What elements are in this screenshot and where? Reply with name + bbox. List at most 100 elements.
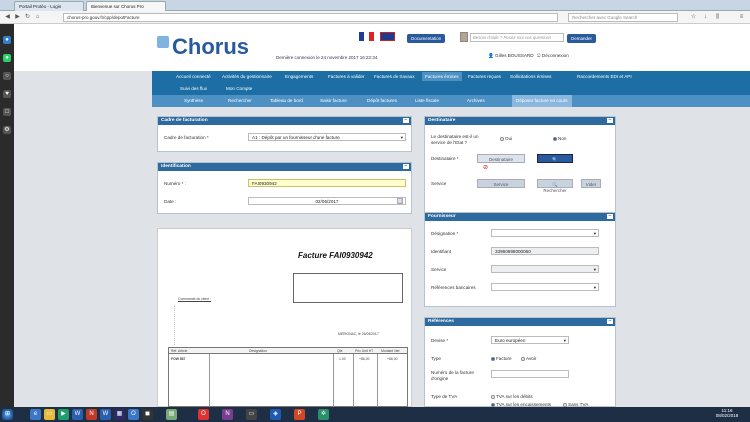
menu-engagements[interactable]: Engagements <box>285 74 313 79</box>
collapse-icon[interactable]: − <box>607 214 613 219</box>
explorer-icon[interactable]: ▭ <box>44 409 55 420</box>
menu-mon-compte[interactable]: Mon Compte <box>226 86 252 91</box>
menu-factures-travaux[interactable]: Factures de travaux <box>374 74 415 79</box>
clock[interactable]: 11:16 08/02/2018 <box>712 408 742 418</box>
menu-activites[interactable]: Activités du gestionnaire <box>222 74 272 79</box>
word-icon[interactable]: W <box>72 409 83 420</box>
collapse-icon[interactable]: − <box>607 319 613 324</box>
submenu-archives[interactable]: Archives <box>467 98 485 103</box>
designation-select[interactable]: ▾ <box>491 229 599 237</box>
collapse-icon[interactable]: − <box>403 164 409 169</box>
collapse-icon[interactable]: − <box>403 118 409 123</box>
tab-label: Bienvenue sur Chorus Pro <box>91 4 144 9</box>
service-input[interactable]: Service <box>477 179 525 188</box>
radio-non[interactable]: Non <box>553 136 566 141</box>
star-icon[interactable]: ☆ <box>690 14 697 21</box>
ask-button[interactable]: Demander <box>567 34 597 43</box>
help-input[interactable]: Besoin d'aide ? Posez-moi vos questions <box>470 33 564 42</box>
forward-icon[interactable]: ▶ <box>14 14 21 21</box>
app-icon[interactable]: N <box>86 409 97 420</box>
app-icon[interactable]: ◈ <box>270 409 281 420</box>
numero-input[interactable]: FAI0930942 <box>248 179 406 187</box>
logout-button[interactable]: ⎋ Déconnexion <box>537 53 569 58</box>
rechercher-button[interactable]: 🔍Rechercher <box>537 154 573 168</box>
media-icon[interactable]: ▶ <box>58 409 69 420</box>
devise-select[interactable]: Euro européen ▾ <box>491 336 569 344</box>
submenu-deposer-facture[interactable]: Déposer facture en cours <box>512 95 572 107</box>
identification-panel: Identification − Numéro * : FAI0930942 Da… <box>157 162 412 214</box>
panel-title: Destinataire <box>428 118 456 123</box>
menu-suivi-flux[interactable]: Suivi des flux <box>180 86 207 91</box>
col-pu: Prix Unit HT <box>355 349 374 353</box>
radio-oui[interactable]: Oui <box>500 136 512 141</box>
sender-block <box>174 305 234 345</box>
outlook-icon[interactable]: O <box>128 409 139 420</box>
library-icon[interactable]: ⫼ <box>714 14 721 21</box>
menu-factures-recues[interactable]: Factures reçues <box>468 74 501 79</box>
reload-icon[interactable]: ↻ <box>24 14 31 21</box>
onenote-icon[interactable]: N <box>222 409 233 420</box>
submenu-tableau-bord[interactable]: Tableau de bord <box>270 98 303 103</box>
url-field[interactable]: chorus-pro.gouv.fr/cpp/depotFacture <box>63 13 558 22</box>
menu-icon[interactable]: ≡ <box>738 14 745 21</box>
powerpoint-icon[interactable]: P <box>294 409 305 420</box>
menu-accueil[interactable]: Accueil connecté <box>176 74 211 79</box>
messenger-icon[interactable]: ● <box>3 36 11 44</box>
menu-raccordements[interactable]: Raccordements EDI et API <box>577 74 632 79</box>
whatsapp-icon[interactable]: ● <box>3 54 11 62</box>
flag-fr-icon[interactable] <box>359 32 374 41</box>
documentation-button[interactable]: Documentation <box>407 34 446 43</box>
tab-portail[interactable]: Portail Protéo - Login <box>14 1 84 11</box>
destinataire-panel-header: Destinataire − <box>425 117 615 125</box>
ref-bancaires-select[interactable]: ▾ <box>491 283 599 291</box>
flag-uk-icon[interactable] <box>380 32 395 41</box>
identifiant-input[interactable]: 33960698000060 <box>491 247 599 255</box>
rechercher-service-button[interactable]: 🔍Rechercher <box>537 179 573 193</box>
radio-avoir[interactable]: Avoir <box>521 356 536 361</box>
submenu-saisir-facture[interactable]: Saisir facture <box>320 98 347 103</box>
submenu-depot-factures[interactable]: Dépôt factures <box>367 98 397 103</box>
home-icon[interactable]: ⌂ <box>34 14 41 21</box>
client-order-label: Commande du client : <box>178 297 211 301</box>
opera-icon[interactable]: O <box>198 409 209 420</box>
app-icon[interactable]: ▤ <box>166 409 177 420</box>
download-icon[interactable]: ↓ <box>702 14 709 21</box>
place-date: MERIGNAC, le 26/04/2017 <box>338 332 379 336</box>
menu-factures-valider[interactable]: Factures à valider <box>328 74 365 79</box>
date-input[interactable]: 02/06/2017 ▦ <box>248 197 406 205</box>
browser-search-input[interactable]: Rechercher avec Google Search <box>568 13 678 22</box>
vider-button[interactable]: Vider <box>581 179 601 188</box>
submenu-synthese[interactable]: Synthèse <box>184 98 203 103</box>
numero-origine-input[interactable] <box>491 370 569 378</box>
calendar-icon[interactable]: ▦ <box>396 198 403 204</box>
app-icon[interactable]: ◼ <box>142 409 153 420</box>
app-icon[interactable]: ▦ <box>114 409 125 420</box>
cadre-select[interactable]: A1 : Dépôt par un fournisseur d'une fact… <box>248 133 406 141</box>
submenu-rechercher[interactable]: Rechercher <box>228 98 252 103</box>
app-icon[interactable]: ▭ <box>246 409 257 420</box>
bookmark-icon[interactable]: ♥ <box>3 90 11 98</box>
submenu-liste-fiscale[interactable]: Liste fiscale <box>415 98 439 103</box>
word-icon[interactable]: W <box>100 409 111 420</box>
references-panel: Références − Devise * Euro européen ▾ Type… <box>424 317 616 407</box>
settings-icon[interactable]: ⚙ <box>3 126 11 134</box>
menu-factures-emises[interactable]: Factures émises <box>422 72 462 81</box>
cadre-panel-header: Cadre de facturation − <box>158 117 411 125</box>
radio-icon <box>553 136 557 141</box>
radio-tva-debits[interactable]: TVA sur les débits <box>491 394 533 399</box>
col-ht: Montant Net <box>381 349 400 353</box>
downloads-icon[interactable]: □ <box>3 108 11 116</box>
chevron-down-icon: ▾ <box>593 285 596 290</box>
ie-icon[interactable]: e <box>30 409 41 420</box>
start-icon[interactable]: ⊞ <box>2 409 13 420</box>
radio-facture[interactable]: Facture <box>491 356 512 361</box>
invoice-preview: Facture FAI0930942 Commande du client : … <box>157 228 412 407</box>
menu-sollicitations[interactable]: Sollicitations émises <box>510 74 551 79</box>
service-select[interactable]: ▾ <box>491 265 599 273</box>
app-icon[interactable]: ✲ <box>318 409 329 420</box>
destinataire-input[interactable]: Destinataire <box>477 154 525 163</box>
back-icon[interactable]: ◀ <box>4 14 11 21</box>
tab-chorus[interactable]: Bienvenue sur Chorus Pro <box>86 1 166 11</box>
collapse-icon[interactable]: − <box>607 118 613 123</box>
history-icon[interactable]: ○ <box>3 72 11 80</box>
